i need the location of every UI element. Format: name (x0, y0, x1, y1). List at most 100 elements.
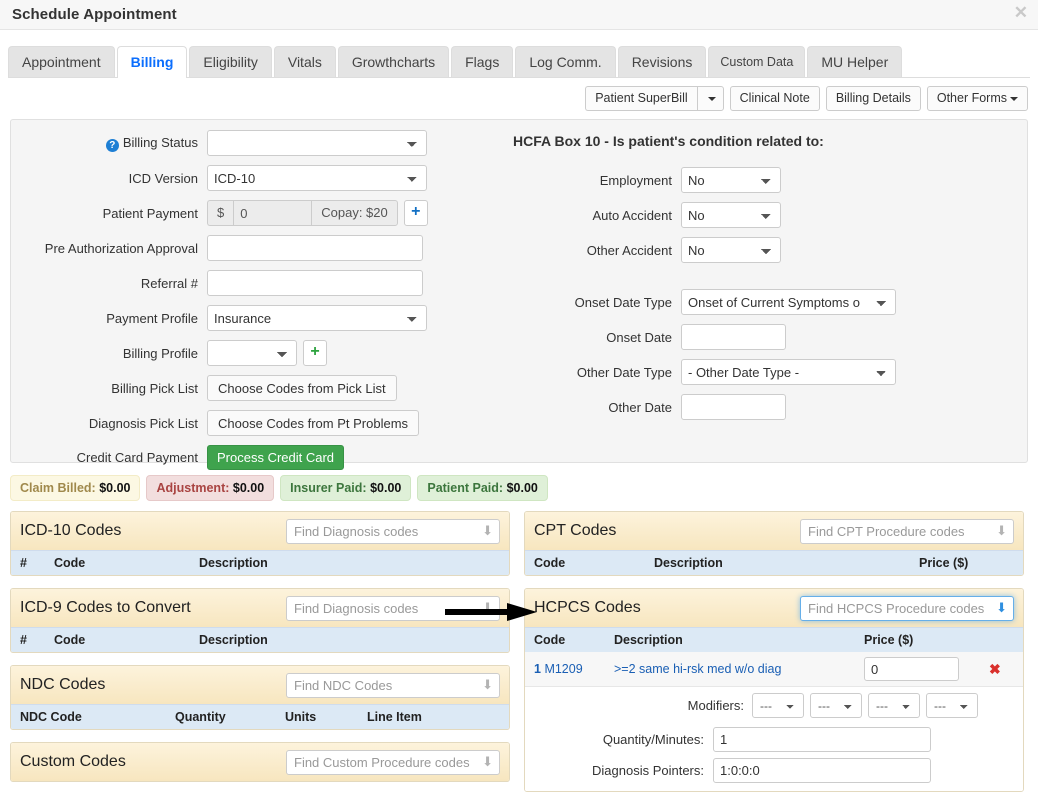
hcpcs-row-price-input[interactable] (864, 657, 959, 681)
icd10-table-header: # Code Description (11, 550, 509, 575)
employment-label: Employment (599, 172, 672, 188)
delete-row-icon[interactable]: ✖ (989, 661, 1001, 678)
other-date-input[interactable] (681, 394, 786, 420)
employment-select[interactable]: No (681, 167, 781, 193)
billing-status-label: ? Billing Status (11, 135, 207, 152)
cpt-panel-header: CPT Codes ⬇ (525, 512, 1023, 550)
onset-date-input[interactable] (681, 324, 786, 350)
hcpcs-table-header: Code Description Price ($) (525, 627, 1023, 652)
icd9-search-wrap: ⬇ (286, 595, 500, 621)
patient-superbill-button[interactable]: Patient SuperBill (585, 86, 697, 111)
tab-vitals[interactable]: Vitals (273, 46, 336, 77)
cpt-panel-title: CPT Codes (534, 522, 617, 539)
hcpcs-col-price: Price ($) (864, 633, 914, 647)
icd10-codes-panel: ICD-10 Codes ⬇ # Code Description (10, 511, 510, 576)
hcpcs-search-input[interactable] (800, 595, 1014, 621)
quantity-minutes-input[interactable] (713, 727, 931, 752)
payment-profile-select[interactable]: Insurance (207, 305, 427, 331)
icd10-col-code: Code (54, 556, 86, 570)
icd10-panel-header: ICD-10 Codes ⬇ (11, 512, 509, 550)
billing-details-button[interactable]: Billing Details (825, 86, 921, 111)
onset-date-type-select[interactable]: Onset of Current Symptoms o (681, 289, 896, 315)
patient-payment-label: Patient Payment (102, 205, 198, 221)
billing-pick-list-row: Billing Pick List Choose Codes from Pick… (11, 375, 441, 401)
pre-authorization-input[interactable] (207, 235, 423, 261)
adjustment-amount: $0.00 (232, 481, 265, 495)
modifier-select-3[interactable]: --- (868, 693, 920, 718)
tab-billing[interactable]: Billing (116, 46, 188, 78)
other-accident-select[interactable]: No (681, 237, 781, 263)
process-credit-card-button[interactable]: Process Credit Card (207, 445, 345, 470)
forms-toolbar: Patient SuperBill Clinical Note Billing … (0, 86, 1028, 111)
custom-search-wrap: ⬇ (286, 749, 500, 775)
caret-down-icon (1010, 96, 1018, 101)
cpt-search-input[interactable] (800, 518, 1014, 544)
tab-revisions[interactable]: Revisions (617, 46, 707, 77)
close-icon[interactable]: ✕ (1014, 4, 1028, 21)
patient-payment-input[interactable] (233, 200, 312, 226)
help-icon[interactable]: ? (105, 138, 119, 152)
choose-codes-pt-problems-button[interactable]: Choose Codes from Pt Problems (207, 410, 420, 436)
auto-accident-label: Auto Accident (592, 207, 673, 223)
insurer-paid-label: Insurer Paid: (290, 481, 367, 495)
tab-mu-helper[interactable]: MU Helper (807, 46, 903, 77)
tab-log-comm[interactable]: Log Comm. (515, 46, 616, 77)
hcpcs-pointers-row: Diagnosis Pointers: (525, 755, 1023, 791)
billing-status-label-text: Billing Status (122, 134, 198, 150)
other-date-type-label: Other Date Type (576, 364, 672, 380)
hcpcs-row-code-cell: 1 M1209 (534, 662, 614, 676)
tab-growthcharts[interactable]: Growthcharts (337, 46, 450, 77)
icd-version-label: ICD Version (128, 170, 198, 186)
ndc-panel-header: NDC Codes ⬇ (11, 666, 509, 704)
code-panels-area: ICD-10 Codes ⬇ # Code Description ICD-9 … (10, 511, 1030, 804)
referral-input[interactable] (207, 270, 423, 296)
onset-date-type-label: Onset Date Type (574, 294, 672, 310)
add-billing-profile-button[interactable]: + (303, 340, 327, 366)
hcpcs-col-description: Description (614, 633, 683, 647)
diagnosis-pointers-label: Diagnosis Pointers: (592, 763, 704, 778)
tab-custom-data[interactable]: Custom Data (708, 46, 806, 77)
clinical-note-button[interactable]: Clinical Note (729, 86, 820, 111)
other-accident-label: Other Accident (586, 242, 672, 258)
tab-flags[interactable]: Flags (451, 46, 514, 77)
icd10-search-wrap: ⬇ (286, 518, 500, 544)
pre-authorization-row: Pre Authorization Approval (11, 235, 441, 261)
claim-billed-label: Claim Billed: (20, 481, 96, 495)
cpt-col-description: Description (654, 556, 723, 570)
auto-accident-select[interactable]: No (681, 202, 781, 228)
code-panels-right-column: CPT Codes ⬇ Code Description Price ($) H… (524, 511, 1024, 804)
other-date-type-select[interactable]: - Other Date Type - (681, 359, 896, 385)
icd10-search-input[interactable] (286, 518, 500, 544)
icd-version-select[interactable]: ICD-10 (207, 165, 427, 191)
hcpcs-row-code[interactable]: M1209 (544, 662, 582, 676)
ndc-search-input[interactable] (286, 672, 500, 698)
billing-status-select[interactable] (207, 130, 427, 156)
onset-date-type-row: Onset Date Type Onset of Current Symptom… (481, 289, 941, 315)
hcpcs-panel-title: HCPCS Codes (534, 599, 641, 616)
patient-superbill-dropdown-toggle[interactable] (696, 86, 724, 111)
billing-profile-select[interactable] (207, 340, 297, 366)
icd9-table-header: # Code Description (11, 627, 509, 652)
referral-row: Referral # (11, 270, 441, 296)
add-payment-button[interactable]: + (403, 200, 428, 226)
other-forms-button[interactable]: Other Forms (926, 86, 1028, 111)
tab-bar: Appointment Billing Eligibility Vitals G… (8, 42, 1030, 78)
custom-codes-panel: Custom Codes ⬇ (10, 742, 510, 782)
icd9-panel-header: ICD-9 Codes to Convert ⬇ (11, 589, 509, 627)
hcpcs-search-wrap: ⬇ (800, 595, 1014, 621)
modifier-select-1[interactable]: --- (752, 693, 804, 718)
cpt-col-price: Price ($) (919, 556, 969, 570)
quantity-minutes-label: Quantity/Minutes: (602, 732, 704, 747)
icd10-panel-title: ICD-10 Codes (20, 522, 122, 539)
ndc-col-code: NDC Code (20, 710, 82, 724)
icd9-search-input[interactable] (286, 595, 500, 621)
diagnosis-pointers-input[interactable] (713, 758, 931, 783)
modifier-select-2[interactable]: --- (810, 693, 862, 718)
other-accident-row: Other Accident No (481, 237, 941, 263)
tab-eligibility[interactable]: Eligibility (189, 46, 272, 77)
choose-codes-pick-list-button[interactable]: Choose Codes from Pick List (207, 375, 397, 401)
custom-search-input[interactable] (286, 749, 500, 775)
table-row[interactable]: 1 M1209 >=2 same hi-rsk med w/o diag ✖ (525, 652, 1023, 687)
tab-appointment[interactable]: Appointment (8, 46, 115, 77)
modifier-select-4[interactable]: --- (926, 693, 978, 718)
